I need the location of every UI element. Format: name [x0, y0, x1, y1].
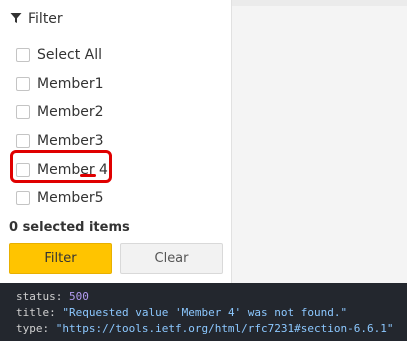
checkbox[interactable] [16, 105, 30, 120]
list-item-label: Member5 [37, 190, 104, 207]
code-line-title: title: "Requested value 'Member 4' was n… [16, 306, 348, 319]
checkbox[interactable] [16, 191, 30, 206]
checkbox[interactable] [16, 48, 30, 63]
filter-funnel-icon [10, 9, 22, 28]
grid-header-strip [232, 0, 407, 6]
list-item-label: Member3 [37, 133, 104, 150]
list-item-select-all[interactable]: Select All [16, 41, 108, 70]
list-item-member1[interactable]: Member1 [16, 70, 108, 99]
list-item-label: Select All [37, 47, 102, 64]
filter-header: Filter [10, 9, 63, 28]
background-grid [232, 0, 407, 283]
member-list: Select All Member1 Member2 Member3 Membe… [16, 41, 108, 213]
annotation-underline [80, 174, 96, 177]
code-value: "https://tools.ietf.org/html/rfc7231#sec… [55, 322, 394, 335]
code-key: type [16, 322, 43, 335]
clear-button[interactable]: Clear [120, 243, 223, 274]
checkbox[interactable] [16, 134, 30, 149]
code-line-type: type: "https://tools.ietf.org/html/rfc72… [16, 322, 394, 335]
filter-button[interactable]: Filter [9, 243, 112, 274]
code-key: status [16, 290, 56, 303]
filter-panel: Filter Select All Member1 Member2 Member… [0, 0, 232, 283]
code-value: "Requested value 'Member 4' was not foun… [62, 306, 348, 319]
checkbox[interactable] [16, 76, 30, 91]
list-item-member2[interactable]: Member2 [16, 98, 108, 127]
code-line-status: status: 500 [16, 290, 89, 303]
code-value: 500 [69, 290, 89, 303]
code-key: title [16, 306, 50, 319]
annotation-highlight-box [10, 150, 112, 183]
list-item-label: Member2 [37, 104, 104, 121]
selection-summary: 0 selected items [9, 220, 130, 235]
error-response-code-block: status: 500 title: "Requested value 'Mem… [0, 283, 407, 341]
list-item-member5[interactable]: Member5 [16, 184, 108, 213]
filter-title: Filter [28, 10, 63, 27]
list-item-label: Member1 [37, 75, 104, 92]
